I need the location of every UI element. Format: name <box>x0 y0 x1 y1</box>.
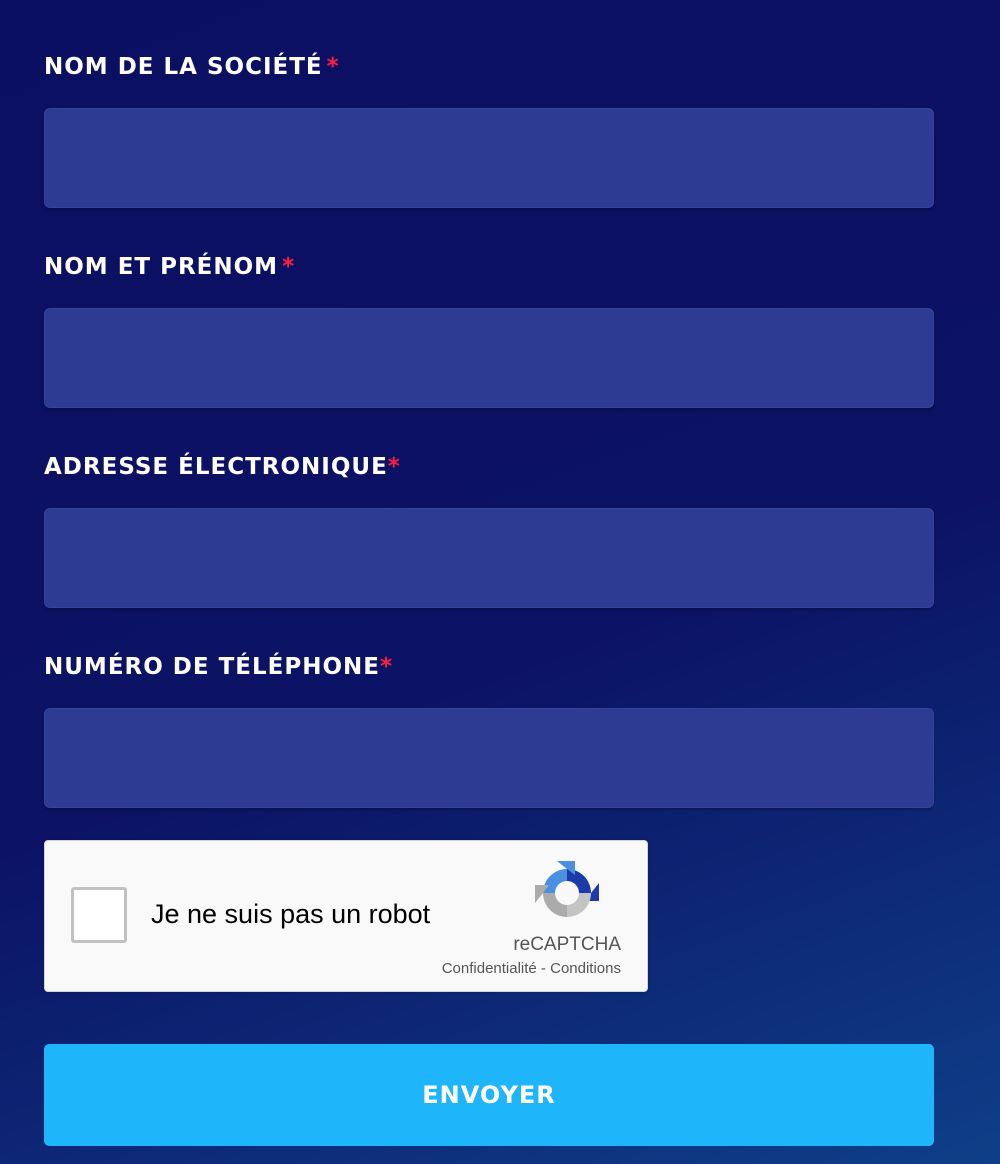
phone-label-text: NUMÉRO DE TÉLÉPHONE <box>44 654 380 680</box>
phone-input[interactable] <box>44 708 934 808</box>
required-marker: * <box>387 454 401 480</box>
company-name-label-text: NOM DE LA SOCIÉTÉ <box>44 54 323 80</box>
submit-button[interactable]: ENVOYER <box>44 1044 934 1146</box>
email-input[interactable] <box>44 508 934 608</box>
required-marker: * <box>282 254 296 280</box>
recaptcha-widget: Je ne suis pas un robot reCAPTCHA Confid… <box>44 840 648 992</box>
full-name-label-text: NOM ET PRÉNOM <box>44 254 279 280</box>
required-marker: * <box>380 654 394 680</box>
recaptcha-checkbox[interactable] <box>71 887 127 943</box>
email-label: ADRESSE ÉLECTRONIQUE* <box>44 452 401 482</box>
recaptcha-brand-text: reCAPTCHA <box>513 934 621 955</box>
recaptcha-checkbox-label: Je ne suis pas un robot <box>151 899 431 929</box>
terms-link[interactable]: Conditions <box>550 960 621 977</box>
email-label-text: ADRESSE ÉLECTRONIQUE <box>44 454 388 480</box>
company-name-label: NOM DE LA SOCIÉTÉ * <box>44 52 340 82</box>
phone-label: NUMÉRO DE TÉLÉPHONE* <box>44 652 393 682</box>
full-name-label: NOM ET PRÉNOM * <box>44 252 295 282</box>
company-name-input[interactable] <box>44 108 934 208</box>
recaptcha-links: Confidentialité - Conditions <box>442 960 621 977</box>
required-marker: * <box>326 54 340 80</box>
privacy-link[interactable]: Confidentialité <box>442 960 537 977</box>
recaptcha-logo-icon <box>535 861 599 917</box>
links-separator: - <box>536 960 551 977</box>
full-name-input[interactable] <box>44 308 934 408</box>
